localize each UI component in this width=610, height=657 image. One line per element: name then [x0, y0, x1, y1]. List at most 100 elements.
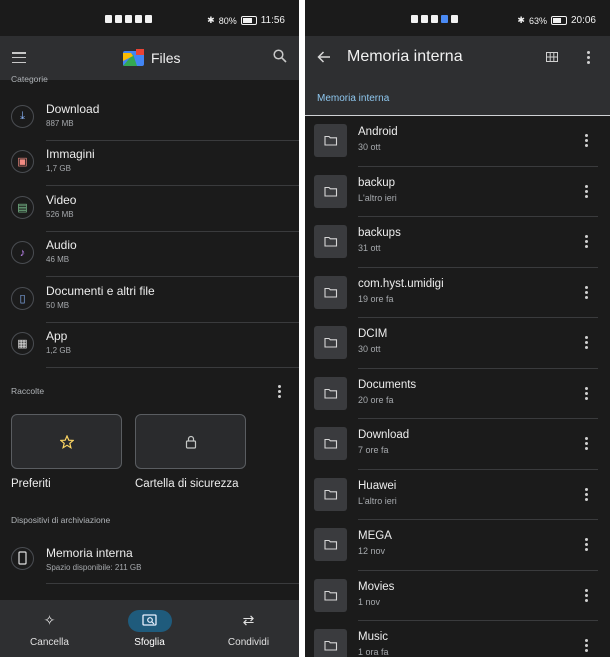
- more-options-icon[interactable]: [584, 538, 588, 552]
- category-apps[interactable]: ▦ App 1,2 GB: [0, 323, 299, 368]
- folder-date: 7 ore fa: [358, 445, 389, 455]
- folder-name: MEGA: [358, 530, 392, 542]
- categories-header: Categorie: [11, 74, 48, 84]
- lock-icon: [185, 435, 197, 449]
- category-name: App: [46, 329, 68, 343]
- folder-row[interactable]: Music 1 ora fa: [305, 621, 610, 657]
- safe-folder-card[interactable]: [135, 414, 246, 469]
- folder-date: 30 ott: [358, 344, 381, 354]
- battery-percentage: 80%: [218, 15, 237, 26]
- battery-icon: [240, 16, 257, 25]
- folder-icon: [314, 326, 347, 359]
- more-options-icon[interactable]: [584, 639, 588, 653]
- more-options-icon[interactable]: [584, 184, 588, 199]
- more-options-icon[interactable]: [584, 235, 588, 249]
- nav-label: Sfoglia: [134, 637, 165, 648]
- page-title: Memoria interna: [347, 48, 463, 65]
- folder-name: Movies: [358, 580, 395, 593]
- more-options-icon[interactable]: [584, 386, 588, 401]
- back-arrow-icon[interactable]: [317, 50, 331, 64]
- divider: [46, 583, 299, 584]
- folder-date: 1 nov: [358, 596, 381, 607]
- more-options-icon[interactable]: [584, 437, 588, 451]
- battery-icon: [550, 16, 567, 25]
- folder-row[interactable]: MEGA 12 nov: [305, 520, 610, 571]
- nav-label: Cancella: [30, 637, 69, 648]
- folder-icon: [314, 427, 347, 460]
- folder-row[interactable]: backup L'altro ieri: [305, 167, 610, 217]
- app-top-bar: Memoria interna: [305, 36, 610, 80]
- favorites-card[interactable]: [11, 414, 122, 469]
- clock: 20:06: [570, 15, 596, 26]
- notification-icons: [105, 15, 152, 23]
- folder-icon: [314, 477, 347, 511]
- status-bar: ✱ 80% 11:56: [0, 0, 299, 36]
- folder-name: Android: [358, 126, 398, 138]
- internal-storage-item[interactable]: Memoria interna Spazio disponibile: 211 …: [0, 541, 299, 583]
- files-logo-icon: [123, 49, 144, 66]
- collections-header: Raccolte: [11, 386, 45, 396]
- category-size: 1,7 GB: [46, 164, 71, 173]
- app-title: Files: [151, 50, 181, 66]
- category-audio[interactable]: ♪ Audio 46 MB: [0, 232, 299, 277]
- download-icon: ⤓: [11, 105, 34, 128]
- more-options-icon[interactable]: [277, 385, 281, 399]
- folder-row[interactable]: Download 7 ore fa: [305, 419, 610, 470]
- category-name: Download: [46, 102, 100, 116]
- safe-folder-label: Cartella di sicurezza: [135, 478, 239, 490]
- battery-percentage: 63%: [528, 15, 547, 26]
- category-size: 50 MB: [46, 301, 70, 310]
- app-icon: ▦: [11, 332, 34, 355]
- notification-icons: [411, 15, 458, 23]
- more-options-icon[interactable]: [584, 336, 588, 350]
- hamburger-menu-icon[interactable]: [12, 52, 26, 64]
- category-images[interactable]: ▣ Immagini 1,7 GB: [0, 141, 299, 186]
- folder-date: L'altro ieri: [358, 192, 397, 203]
- folder-row[interactable]: Movies 1 nov: [305, 571, 610, 621]
- folder-row[interactable]: Documents 20 ore fa: [305, 369, 610, 419]
- category-name: Video: [46, 193, 77, 207]
- document-icon: ▯: [11, 287, 34, 310]
- clock: 11:56: [260, 15, 285, 26]
- folder-row[interactable]: backups 31 ott: [305, 217, 610, 268]
- sparkle-icon: ✧: [43, 611, 56, 628]
- category-size: 1,2 GB: [46, 346, 71, 355]
- more-options-icon[interactable]: [584, 588, 588, 603]
- nav-browse[interactable]: Sfoglia: [100, 600, 199, 657]
- folder-icon: [314, 275, 347, 309]
- bluetooth-icon: ✱: [207, 15, 215, 25]
- more-options-icon[interactable]: [584, 134, 588, 148]
- more-options-icon[interactable]: [584, 285, 588, 300]
- breadcrumb: Memoria interna: [305, 80, 610, 116]
- breadcrumb-item[interactable]: Memoria interna: [317, 93, 389, 104]
- search-icon[interactable]: [273, 49, 287, 63]
- bottom-navigation: ✧ Cancella Sfoglia ⇄ Condividi: [0, 600, 299, 657]
- folder-row[interactable]: com.hyst.umidigi 19 ore fa: [305, 268, 610, 318]
- folder-row[interactable]: DCIM 30 ott: [305, 318, 610, 369]
- folder-icon: [314, 578, 347, 612]
- folder-date: 31 ott: [358, 243, 381, 253]
- folder-date: 19 ore fa: [358, 293, 394, 304]
- folder-row[interactable]: Android 30 ott: [305, 116, 610, 167]
- bluetooth-icon: ✱: [517, 15, 525, 25]
- phone-icon: [11, 547, 34, 570]
- nav-clean[interactable]: ✧ Cancella: [0, 600, 99, 657]
- folder-date: 30 ott: [358, 142, 381, 152]
- category-download[interactable]: ⤓ Download 887 MB: [0, 96, 299, 141]
- grid-view-icon[interactable]: [546, 52, 558, 62]
- files-home-screen: ✱ 80% 11:56 Files Categorie ⤓ Download 8…: [0, 0, 299, 657]
- status-bar: ✱ 63% 20:06: [305, 0, 610, 36]
- storage-devices-header: Dispositivi di archiviazione: [11, 515, 111, 525]
- more-options-icon[interactable]: [586, 51, 590, 65]
- folder-row[interactable]: Huawei L'altro ieri: [305, 470, 610, 520]
- more-options-icon[interactable]: [584, 487, 588, 502]
- folder-icon: [314, 629, 347, 657]
- video-icon: ▤: [11, 196, 34, 219]
- category-documents[interactable]: ▯ Documenti e altri file 50 MB: [0, 278, 299, 323]
- divider: [46, 367, 299, 368]
- nav-share[interactable]: ⇄ Condividi: [199, 600, 298, 657]
- favorites-label: Preferiti: [11, 478, 51, 490]
- folder-icon: [314, 225, 347, 258]
- folder-name: Download: [358, 429, 410, 441]
- category-video[interactable]: ▤ Video 526 MB: [0, 187, 299, 232]
